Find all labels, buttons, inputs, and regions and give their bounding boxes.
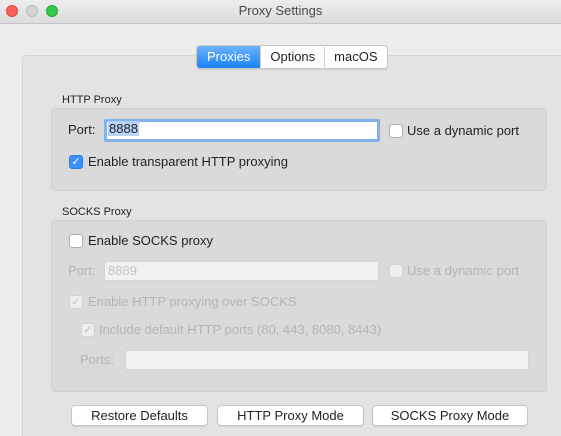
http-over-socks-checkbox[interactable]: ✓ xyxy=(69,295,83,309)
http-over-socks-label: Enable HTTP proxying over SOCKS xyxy=(88,294,297,309)
window-title: Proxy Settings xyxy=(238,3,323,18)
socks-proxy-group-label: SOCKS Proxy xyxy=(62,206,132,218)
http-port-label: Port: xyxy=(68,122,96,137)
checkmark-icon: ✓ xyxy=(71,156,81,168)
enable-socks-label: Enable SOCKS proxy xyxy=(88,233,214,248)
checkmark-icon: ✓ xyxy=(71,296,81,308)
tab-proxies[interactable]: Proxies xyxy=(197,46,261,68)
tab-bar: Proxies Options macOS xyxy=(196,45,388,69)
socks-dynamic-port-checkbox[interactable] xyxy=(389,264,403,278)
http-port-value: 8888 xyxy=(108,121,139,136)
http-proxy-group-label: HTTP Proxy xyxy=(62,94,122,106)
ports-label: Ports: xyxy=(80,352,114,367)
socks-dynamic-port-label: Use a dynamic port xyxy=(407,263,519,278)
tab-options[interactable]: Options xyxy=(260,46,324,68)
title-bar: Proxy Settings xyxy=(0,0,561,24)
include-default-ports-checkbox[interactable]: ✓ xyxy=(81,323,95,337)
transparent-proxying-checkbox[interactable]: ✓ xyxy=(69,155,83,169)
restore-defaults-button[interactable]: Restore Defaults xyxy=(71,405,208,426)
socks-port-label: Port: xyxy=(68,263,96,278)
tab-macos[interactable]: macOS xyxy=(324,46,386,68)
ports-field[interactable] xyxy=(125,350,529,370)
socks-port-field[interactable]: 8889 xyxy=(104,261,379,281)
enable-socks-checkbox[interactable] xyxy=(69,234,83,248)
include-default-ports-label: Include default HTTP ports (80, 443, 808… xyxy=(99,322,382,337)
checkmark-icon: ✓ xyxy=(83,324,93,336)
transparent-proxying-label: Enable transparent HTTP proxying xyxy=(88,154,288,169)
http-port-field[interactable]: 8888 xyxy=(104,119,380,142)
socks-proxy-mode-button[interactable]: SOCKS Proxy Mode xyxy=(372,405,528,426)
http-proxy-mode-button[interactable]: HTTP Proxy Mode xyxy=(217,405,364,426)
http-dynamic-port-checkbox[interactable] xyxy=(389,124,403,138)
http-dynamic-port-label: Use a dynamic port xyxy=(407,123,519,138)
